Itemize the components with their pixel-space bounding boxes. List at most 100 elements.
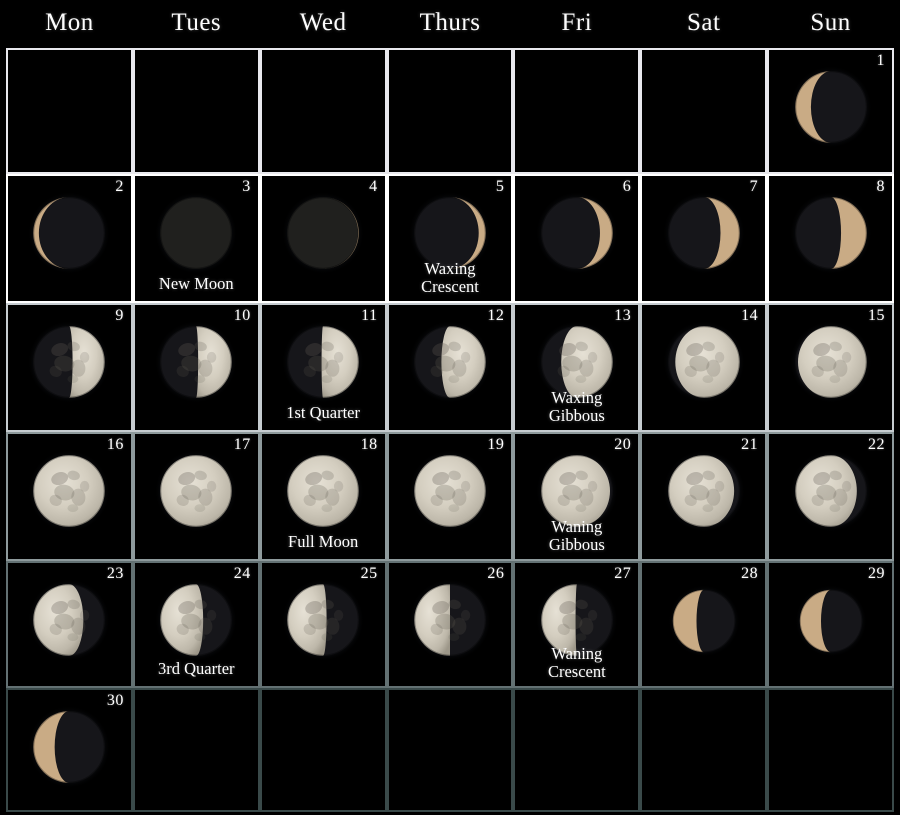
day-cell-4[interactable]: 4	[259, 174, 387, 303]
day-cell-1[interactable]: 1	[767, 48, 894, 174]
phase-label-line2: Crescent	[421, 277, 479, 297]
phase-label: Waxing Crescent	[389, 258, 512, 297]
day-number: 8	[876, 178, 885, 195]
empty-day-cell	[513, 48, 641, 174]
phase-label: Waning Crescent	[515, 643, 638, 682]
moon-phase-icon	[789, 191, 872, 275]
day-number: 12	[487, 307, 505, 324]
moon-phase-icon	[28, 191, 111, 275]
weekday-header-wed: Wed	[299, 9, 347, 36]
day-cell-20[interactable]: 20 Waning Gibbous	[513, 432, 641, 561]
day-cell-28[interactable]: 28	[640, 561, 768, 688]
moon-phase-calendar: Mon Tues Wed Thurs Fri Sat Sun 1 2 3 New Moon 4 5 Wa…	[0, 0, 900, 815]
weekday-header-thurs: Thurs	[419, 9, 481, 36]
phase-label-line1: Waxing	[551, 387, 603, 407]
phase-label-line1: Waning	[551, 643, 603, 663]
day-number: 6	[622, 178, 632, 195]
day-cell-10[interactable]: 10	[132, 303, 260, 432]
moon-phase-icon	[662, 449, 746, 533]
day-cell-27[interactable]: 27 Waning Crescent	[513, 561, 641, 688]
phase-label: 1st Quarter	[262, 404, 385, 423]
day-number: 24	[233, 565, 251, 582]
moon-phase-icon	[662, 191, 746, 275]
weekday-header-row: Mon Tues Wed Thurs Fri Sat Sun	[6, 0, 894, 46]
phase-label: Waxing Gibbous	[515, 387, 638, 426]
day-cell-6[interactable]: 6	[513, 174, 641, 303]
empty-day-cell	[132, 688, 260, 812]
day-cell-13[interactable]: 13 Waxing Gibbous	[513, 303, 641, 432]
empty-day-cell	[259, 688, 387, 812]
day-number: 18	[360, 436, 378, 453]
day-cell-30[interactable]: 30	[6, 688, 133, 812]
moon-phase-icon	[794, 584, 867, 658]
empty-day-cell	[640, 688, 768, 812]
moon-phase-icon	[408, 449, 492, 533]
moon-phase-icon	[281, 578, 365, 662]
phase-label-line2: Gibbous	[548, 535, 605, 555]
day-cell-5[interactable]: 5 Waxing Crescent	[386, 174, 514, 303]
moon-phase-icon	[154, 320, 238, 404]
moon-phase-icon	[789, 65, 872, 149]
empty-day-cell	[6, 48, 133, 174]
day-number: 27	[614, 565, 632, 582]
weekday-header-tues: Tues	[171, 9, 222, 36]
day-number: 10	[233, 307, 251, 324]
phase-label-line1: 3rd Quarter	[158, 659, 235, 679]
moon-phase-icon	[154, 578, 238, 662]
moon-phase-icon	[28, 705, 111, 789]
day-number: 14	[741, 307, 759, 324]
day-cell-14[interactable]: 14	[640, 303, 768, 432]
moon-phase-icon	[535, 191, 619, 275]
day-cell-26[interactable]: 26	[386, 561, 514, 688]
day-cell-11[interactable]: 11 1st Quarter	[259, 303, 387, 432]
day-number: 7	[749, 178, 759, 195]
moon-phase-icon	[281, 191, 365, 275]
day-number: 4	[369, 178, 378, 195]
calendar-grid: 1 2 3 New Moon 4 5 Waxing Crescent 6 7 8 9 10 11 1st Q…	[6, 48, 894, 812]
phase-label: 3rd Quarter	[135, 660, 258, 679]
day-cell-19[interactable]: 19	[386, 432, 514, 561]
day-cell-17[interactable]: 17	[132, 432, 260, 561]
phase-label-line1: Waning	[551, 516, 603, 536]
empty-day-cell	[259, 48, 387, 174]
day-cell-18[interactable]: 18 Full Moon	[259, 432, 387, 561]
empty-day-cell	[513, 688, 641, 812]
empty-day-cell	[386, 688, 514, 812]
weekday-header-mon: Mon	[45, 9, 94, 36]
phase-label-line1: Waxing	[424, 258, 476, 278]
empty-day-cell	[386, 48, 514, 174]
empty-day-cell	[767, 688, 894, 812]
day-number: 11	[361, 307, 378, 324]
day-number: 26	[487, 565, 505, 582]
empty-day-cell	[640, 48, 768, 174]
weekday-header-sat: Sat	[687, 9, 721, 36]
day-cell-15[interactable]: 15	[767, 303, 894, 432]
moon-phase-icon	[281, 320, 365, 404]
day-cell-25[interactable]: 25	[259, 561, 387, 688]
day-cell-9[interactable]: 9	[6, 303, 133, 432]
day-cell-23[interactable]: 23	[6, 561, 133, 688]
day-number: 30	[106, 692, 124, 709]
moon-phase-icon	[662, 320, 746, 404]
day-cell-12[interactable]: 12	[386, 303, 514, 432]
day-cell-29[interactable]: 29	[767, 561, 894, 688]
day-number: 23	[106, 565, 124, 582]
phase-label-line2: Crescent	[547, 662, 606, 682]
day-cell-8[interactable]: 8	[767, 174, 894, 303]
day-cell-24[interactable]: 24 3rd Quarter	[132, 561, 260, 688]
day-cell-16[interactable]: 16	[6, 432, 133, 561]
day-cell-21[interactable]: 21	[640, 432, 768, 561]
day-cell-22[interactable]: 22	[767, 432, 894, 561]
moon-phase-icon	[28, 320, 111, 404]
day-cell-7[interactable]: 7	[640, 174, 768, 303]
day-cell-2[interactable]: 2	[6, 174, 133, 303]
phase-label-line1: Full Moon	[288, 532, 359, 552]
day-number: 13	[614, 307, 632, 324]
day-number: 21	[741, 436, 759, 453]
day-cell-3[interactable]: 3 New Moon	[132, 174, 260, 303]
phase-label: Full Moon	[262, 533, 385, 552]
phase-label: New Moon	[135, 275, 258, 294]
day-number: 9	[115, 307, 124, 324]
day-number: 28	[741, 565, 759, 582]
day-number: 5	[495, 178, 505, 195]
